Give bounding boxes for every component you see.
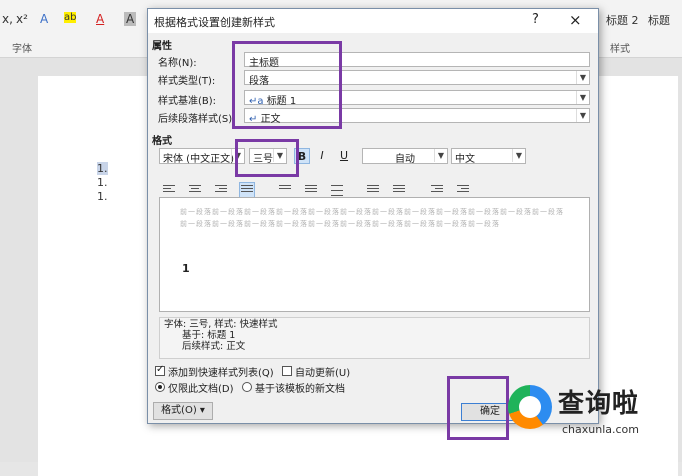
new-docs-label: 基于该模板的新文档 — [255, 384, 345, 395]
new-style-dialog: 根据格式设置创建新样式 ? × 属性 名称(N): 主标题 样式类型(T): 段… — [147, 8, 599, 424]
chevron-down-icon: ▼ — [576, 109, 589, 122]
font-color-select[interactable]: 自动 ▼ — [362, 148, 448, 165]
char-shading-button[interactable]: A — [124, 12, 137, 26]
watermark-title: 查询啦 — [558, 389, 640, 419]
language-select[interactable]: 中文 ▼ — [451, 148, 526, 165]
description-line: 后续样式: 正文 — [182, 341, 246, 352]
style-description: 字体: 三号, 样式: 快速样式 基于: 标题 1 后续样式: 正文 — [159, 317, 590, 359]
space-after-icon[interactable] — [392, 183, 406, 197]
font-color-button[interactable]: A — [96, 12, 104, 26]
next-style-label: 后续段落样式(S): — [158, 114, 236, 125]
increase-indent-icon[interactable] — [456, 183, 470, 197]
font-group-label: 字体 — [12, 44, 32, 55]
chevron-down-icon: ▼ — [512, 149, 525, 162]
chevron-down-icon: ▼ — [576, 71, 589, 84]
help-button[interactable]: ? — [532, 12, 539, 27]
subscript-button[interactable]: x, — [2, 12, 13, 26]
dialog-title: 根据格式设置创建新样式 — [154, 16, 275, 29]
double-spacing-icon[interactable] — [330, 183, 344, 197]
properties-heading: 属性 — [152, 41, 172, 52]
font-value: 宋体 (中文正文) — [163, 154, 234, 165]
highlight-properties-box — [232, 41, 342, 129]
font-select[interactable]: 宋体 (中文正文) ▼ — [159, 148, 245, 165]
justify-icon[interactable] — [239, 182, 255, 198]
text-effects-button[interactable]: A — [40, 12, 48, 26]
single-spacing-icon[interactable] — [278, 183, 292, 197]
watermark-subtitle: chaxunla.com — [562, 423, 639, 436]
this-doc-only-label: 仅限此文档(D) — [168, 384, 234, 395]
add-to-gallery-label: 添加到快速样式列表(Q) — [168, 368, 274, 379]
description-line: 字体: 三号, 样式: 快速样式 — [164, 319, 278, 330]
add-to-gallery-checkbox[interactable] — [155, 364, 165, 376]
superscript-button[interactable]: x² — [16, 12, 28, 26]
decrease-indent-icon[interactable] — [430, 183, 444, 197]
description-line: 基于: 标题 1 — [182, 330, 236, 341]
style-heading[interactable]: 标题 — [648, 12, 670, 28]
highlight-font-size-box — [235, 139, 299, 177]
close-button[interactable]: × — [569, 11, 582, 29]
highlight-ok-box — [447, 376, 509, 440]
preview-sample-text: 前一段落前一段落前一段落前一段落前一段落前一段落前一段落前一段落前一段落前一段落… — [180, 208, 564, 228]
align-left-icon[interactable] — [162, 183, 176, 197]
highlight-button[interactable]: ab — [64, 12, 77, 23]
italic-button[interactable]: I — [314, 148, 330, 164]
style-type-label: 样式类型(T): — [158, 76, 216, 87]
watermark-logo-icon — [508, 385, 552, 429]
based-on-label: 样式基准(B): — [158, 96, 217, 107]
preview-heading-number: 1 — [182, 262, 190, 275]
dialog-titlebar[interactable]: 根据格式设置创建新样式 ? × — [148, 9, 598, 33]
space-before-icon[interactable] — [366, 183, 380, 197]
this-doc-only-radio[interactable] — [155, 382, 165, 392]
watermark: 查询啦 chaxunla.com — [508, 383, 678, 447]
chevron-down-icon: ▼ — [576, 91, 589, 104]
auto-update-checkbox[interactable] — [282, 366, 292, 376]
doc-line-1: 1. — [97, 162, 108, 175]
name-label: 名称(N): — [158, 58, 197, 69]
style-group-label: 样式 — [610, 44, 630, 55]
auto-update-label: 自动更新(U) — [295, 368, 351, 379]
format-menu-button[interactable]: 格式(O) ▾ — [153, 402, 213, 420]
align-right-icon[interactable] — [214, 183, 228, 197]
doc-line-3: 1. — [97, 190, 108, 203]
style-preview: 前一段落前一段落前一段落前一段落前一段落前一段落前一段落前一段落前一段落前一段落… — [159, 197, 590, 312]
chevron-down-icon: ▼ — [434, 149, 447, 162]
language-value: 中文 — [455, 154, 475, 165]
one-half-spacing-icon[interactable] — [304, 183, 318, 197]
format-heading: 格式 — [152, 136, 172, 147]
underline-button[interactable]: U — [336, 148, 352, 164]
align-center-icon[interactable] — [188, 183, 202, 197]
style-heading2[interactable]: 标题 2 — [606, 12, 639, 28]
new-docs-radio[interactable] — [242, 382, 252, 392]
font-color-value: 自动 — [395, 154, 415, 165]
doc-line-2: 1. — [97, 176, 108, 189]
